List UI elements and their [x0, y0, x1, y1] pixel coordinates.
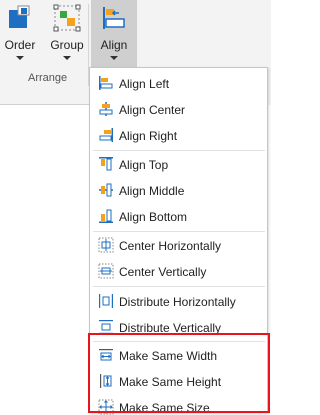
- menu-item-align-bottom[interactable]: Align Bottom: [90, 203, 267, 229]
- menu-item-align-top[interactable]: Align Top: [90, 151, 267, 177]
- chevron-down-icon: [63, 56, 71, 60]
- align-center-icon: [98, 101, 114, 117]
- group-label: Group: [50, 38, 84, 52]
- group-button[interactable]: Group: [46, 0, 88, 68]
- menu-item-label: Align Center: [119, 103, 186, 117]
- align-bottom-icon: [98, 208, 114, 224]
- menu-item-label: Distribute Horizontally: [119, 295, 236, 309]
- menu-item-align-right[interactable]: Align Right: [90, 122, 267, 148]
- menu-item-align-left[interactable]: Align Left: [90, 70, 267, 96]
- ribbon-bottom-border: [0, 104, 89, 105]
- menu-item-label: Center Vertically: [119, 265, 207, 279]
- menu-item-label: Align Middle: [119, 184, 185, 198]
- align-button[interactable]: Align: [91, 0, 137, 68]
- menu-item-label: Align Left: [119, 77, 170, 91]
- menu-item-align-center[interactable]: Align Center: [90, 96, 267, 122]
- chevron-down-icon: [16, 56, 24, 60]
- menu-item-label: Align Right: [119, 129, 178, 143]
- chevron-down-icon: [110, 56, 118, 60]
- order-icon: [7, 4, 33, 35]
- arrange-group-label: Arrange: [28, 72, 68, 84]
- distribute-horizontally-icon: [98, 293, 114, 309]
- menu-item-distribute-horizontally[interactable]: Distribute Horizontally: [90, 288, 267, 314]
- center-horizontally-icon: [98, 237, 114, 253]
- align-left-icon: [98, 75, 114, 91]
- order-label: Order: [4, 38, 36, 52]
- menu-item-center-horizontally[interactable]: Center Horizontally: [90, 232, 267, 258]
- align-right-icon: [98, 127, 114, 143]
- align-label: Align: [100, 38, 128, 52]
- menu-item-label: Align Top: [119, 158, 169, 172]
- center-vertically-icon: [98, 263, 114, 279]
- align-icon: [101, 4, 127, 35]
- align-middle-icon: [98, 182, 114, 198]
- menu-item-align-middle[interactable]: Align Middle: [90, 177, 267, 203]
- menu-item-center-vertically[interactable]: Center Vertically: [90, 258, 267, 284]
- menu-item-label: Align Bottom: [119, 210, 188, 224]
- group-icon: [53, 4, 81, 35]
- highlight-box: [88, 333, 270, 413]
- align-top-icon: [98, 156, 114, 172]
- menu-item-label: Center Horizontally: [119, 239, 222, 253]
- menu-separator: [93, 286, 265, 287]
- order-button[interactable]: Order: [0, 0, 40, 68]
